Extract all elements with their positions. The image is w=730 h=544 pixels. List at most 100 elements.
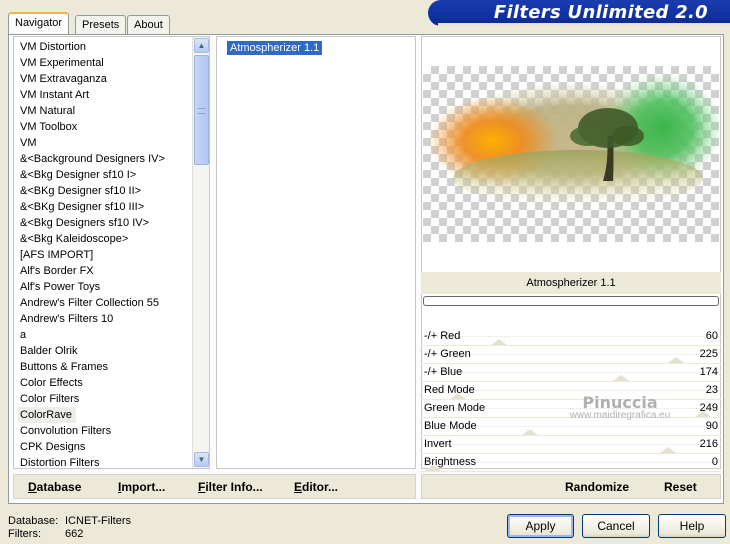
slider-thumb[interactable] xyxy=(613,375,629,381)
category-list[interactable]: VM Distortion VM Experimental VM Extravaga… xyxy=(13,36,210,469)
category-item-label: Andrew's Filters 10 xyxy=(20,313,114,325)
category-item[interactable]: Buttons & Frames xyxy=(14,359,209,375)
category-item[interactable]: VM Extravaganza xyxy=(14,71,209,87)
randomize-button[interactable]: Randomize xyxy=(565,480,629,494)
category-item-label: &<Background Designers IV> xyxy=(20,153,165,165)
category-item[interactable]: Convolution Filters xyxy=(14,423,209,439)
scroll-up-icon[interactable]: ▲ xyxy=(194,38,209,53)
scroll-down-icon[interactable]: ▼ xyxy=(194,452,209,467)
category-item[interactable]: VM xyxy=(14,135,209,151)
category-item-label: VM Toolbox xyxy=(20,121,78,133)
category-item[interactable]: Andrew's Filters 10 xyxy=(14,311,209,327)
slider-thumb[interactable] xyxy=(668,357,684,363)
slider-row[interactable]: Invert 216 xyxy=(421,436,721,454)
category-item[interactable]: &<Bkg Kaleidoscope> xyxy=(14,231,209,247)
category-item-label: Color Effects xyxy=(20,377,83,389)
category-item[interactable]: Distortion Filters xyxy=(14,455,209,468)
navigator-toolbar: Database Import... Filter Info... Editor… xyxy=(13,474,416,499)
category-item-label: a xyxy=(20,329,27,341)
category-item[interactable]: &<BKg Designer sf10 III> xyxy=(14,199,209,215)
category-item[interactable]: Alf's Border FX xyxy=(14,263,209,279)
watermark-url: www.maidiregrafica.eu xyxy=(569,410,671,421)
slider-track[interactable] xyxy=(421,444,721,445)
editor-label: ditor... xyxy=(302,480,339,494)
slider-track[interactable] xyxy=(421,372,721,373)
import-label: mport... xyxy=(121,480,166,494)
category-item[interactable]: [AFS IMPORT] xyxy=(14,247,209,263)
tab-presets[interactable]: Presets xyxy=(75,15,127,34)
database-label: atabase xyxy=(36,480,82,494)
category-items: VM Distortion VM Experimental VM Extravaga… xyxy=(14,37,209,468)
slider-row[interactable]: -/+ Blue 174 xyxy=(421,364,721,382)
category-item-label: VM Instant Art xyxy=(20,89,90,101)
category-item-label: &<BKg Designer sf10 II> xyxy=(20,185,142,197)
category-item-label: Balder Olrik xyxy=(20,345,78,357)
slider-row[interactable]: -/+ Green 225 xyxy=(421,346,721,364)
slider-row[interactable]: -/+ Red 60 xyxy=(421,328,721,346)
category-item[interactable]: Alf's Power Toys xyxy=(14,279,209,295)
slider-thumb[interactable] xyxy=(660,447,676,453)
slider-thumb[interactable] xyxy=(491,339,507,345)
category-item-label: VM Experimental xyxy=(20,57,104,69)
category-item[interactable]: VM Toolbox xyxy=(14,119,209,135)
category-item[interactable]: Color Effects xyxy=(14,375,209,391)
preset-toolbar: Randomize Reset xyxy=(421,474,721,499)
category-item[interactable]: &<BKg Designer sf10 II> xyxy=(14,183,209,199)
slider-label: Blue Mode xyxy=(424,420,477,432)
category-item-label: &<Bkg Designer sf10 I> xyxy=(20,169,137,181)
slider-label: Red Mode xyxy=(424,384,475,396)
reset-button[interactable]: Reset xyxy=(664,480,697,494)
filter-info-button[interactable]: Filter Info... xyxy=(198,480,263,494)
status-database-label: Database: xyxy=(8,515,59,527)
slider-label: -/+ Green xyxy=(424,348,471,360)
selected-filter-name: Atmospherizer 1.1 xyxy=(421,272,721,294)
category-item[interactable]: a xyxy=(14,327,209,343)
category-item[interactable]: CPK Designs xyxy=(14,439,209,455)
slider-value: 23 xyxy=(705,384,718,396)
database-button[interactable]: Database xyxy=(28,480,81,494)
category-scrollbar[interactable]: ▲ ▼ xyxy=(192,37,209,468)
filter-info-label: ilter Info... xyxy=(205,480,263,494)
cancel-button[interactable]: Cancel xyxy=(582,514,650,538)
apply-button[interactable]: Apply xyxy=(507,514,574,538)
category-item[interactable]: Balder Olrik xyxy=(14,343,209,359)
slider-track[interactable] xyxy=(421,336,721,337)
slider-thumb[interactable] xyxy=(522,429,538,435)
help-button[interactable]: Help xyxy=(658,514,726,538)
category-item[interactable]: VM Experimental xyxy=(14,55,209,71)
category-item[interactable]: ColorRave xyxy=(14,407,209,423)
scroll-thumb[interactable] xyxy=(194,55,209,165)
slider-label: -/+ Red xyxy=(424,330,461,342)
category-item-label: Buttons & Frames xyxy=(20,361,109,373)
filter-item-atmospherizer[interactable]: Atmospherizer 1.1 xyxy=(227,41,323,55)
category-item[interactable]: &<Bkg Designer sf10 I> xyxy=(14,167,209,183)
category-item-label: CPK Designs xyxy=(20,441,86,453)
slider-label: Invert xyxy=(424,438,452,450)
category-item-label: Alf's Border FX xyxy=(20,265,94,277)
editor-button[interactable]: Editor... xyxy=(294,480,338,494)
category-item[interactable]: &<Bkg Designers sf10 IV> xyxy=(14,215,209,231)
category-item[interactable]: Andrew's Filter Collection 55 xyxy=(14,295,209,311)
category-item[interactable]: &<Background Designers IV> xyxy=(14,151,209,167)
tab-navigator[interactable]: Navigator xyxy=(8,12,70,34)
slider-value: 225 xyxy=(699,348,718,360)
category-item[interactable]: Color Filters xyxy=(14,391,209,407)
category-item-label: VM Distortion xyxy=(20,41,87,53)
status-filters-value: 662 xyxy=(65,528,84,540)
slider-label: -/+ Blue xyxy=(424,366,463,378)
slider-value: 216 xyxy=(699,438,718,450)
category-item-label: &<BKg Designer sf10 III> xyxy=(20,201,145,213)
import-button[interactable]: Import... xyxy=(118,480,165,494)
slider-value: 90 xyxy=(705,420,718,432)
editor-shortcut: E xyxy=(294,480,303,494)
category-item-label: VM Natural xyxy=(20,105,76,117)
filter-list[interactable]: Atmospherizer 1.1 xyxy=(216,36,416,469)
tab-about[interactable]: About xyxy=(127,15,170,34)
category-item[interactable]: VM Natural xyxy=(14,103,209,119)
category-item[interactable]: VM Instant Art xyxy=(14,87,209,103)
slider-row[interactable]: Brightness 0 xyxy=(421,454,721,472)
category-item-label: Color Filters xyxy=(20,393,80,405)
slider-label: Green Mode xyxy=(424,402,486,414)
preview-image xyxy=(423,66,719,242)
category-item[interactable]: VM Distortion xyxy=(14,39,209,55)
